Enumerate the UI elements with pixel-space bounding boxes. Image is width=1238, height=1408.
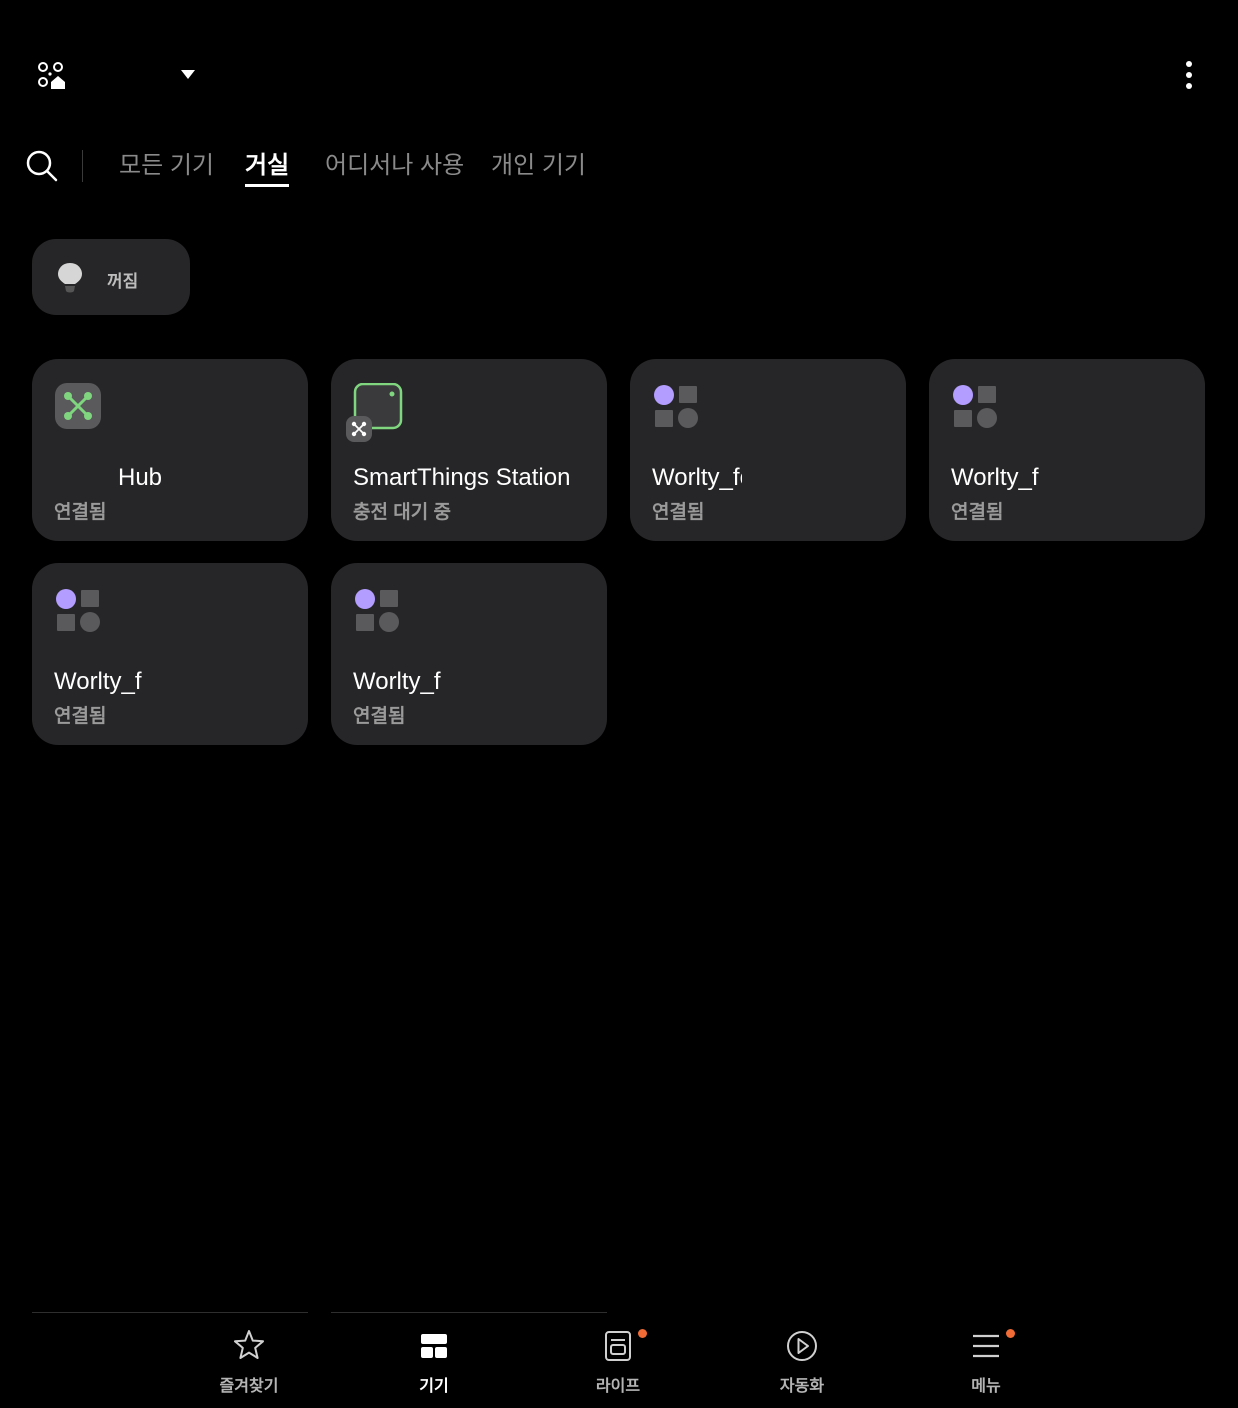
search-icon[interactable] [24, 148, 60, 184]
device-status: 연결됨 [951, 502, 1004, 523]
nav-automation[interactable]: 자동화 [747, 1326, 857, 1396]
nav-life[interactable]: 라이프 [563, 1326, 673, 1396]
notification-badge [1006, 1329, 1015, 1338]
device-card-worlty-f-1[interactable]: Worlty_f 연결됨 [32, 563, 308, 745]
device-status: 충전 대기 중 [353, 502, 451, 523]
device-card-hub[interactable]: Hub 연결됨 [32, 359, 308, 541]
devices-grid-icon [421, 1334, 447, 1358]
nav-label: 메뉴 [971, 1378, 1001, 1395]
nav-label: 기기 [419, 1378, 449, 1395]
tab-living-room[interactable]: 거실 [245, 150, 290, 187]
device-status: 연결됨 [652, 502, 705, 523]
bulb-icon [58, 263, 82, 293]
lights-off-chip[interactable]: 꺼짐 [32, 239, 190, 315]
hub-icon [55, 383, 101, 429]
device-card-worlty-f-2[interactable]: Worlty_f 연결됨 [331, 563, 607, 745]
nav-label: 자동화 [779, 1378, 825, 1395]
lights-off-label: 꺼짐 [107, 272, 139, 291]
device-card-worlty-fc-2[interactable]: Worlty_fc 연결됨 [929, 359, 1205, 541]
notification-badge [638, 1329, 647, 1338]
generic-device-icon [56, 589, 100, 632]
life-icon [605, 1331, 631, 1361]
device-name: Worlty_f [353, 668, 441, 695]
tab-divider [82, 150, 83, 182]
device-name: Worlty_f [54, 668, 142, 695]
menu-icon [973, 1334, 999, 1358]
nav-devices[interactable]: 기기 [379, 1326, 489, 1396]
device-name: Worlty_fc [652, 464, 742, 491]
divider [331, 1312, 607, 1313]
device-status: 연결됨 [54, 502, 107, 523]
device-name: SmartThings Station [353, 464, 571, 491]
tab-use-anywhere[interactable]: 어디서나 사용 [325, 150, 464, 182]
generic-device-icon [654, 385, 698, 428]
nav-label: 즐겨찾기 [219, 1378, 279, 1395]
generic-device-icon [355, 589, 399, 632]
tab-all-devices[interactable]: 모든 기기 [119, 150, 214, 182]
star-icon [234, 1330, 264, 1359]
station-icon [346, 383, 403, 442]
dropdown-arrow-icon[interactable] [178, 66, 198, 82]
smartthings-devices-screen: 모든 기기 거실 어디서나 사용 개인 기기 꺼짐 Hub 연결됨 SmartT… [0, 0, 1238, 1408]
device-name: Worlty_fc [951, 464, 1039, 491]
device-card-smartthings-station[interactable]: SmartThings Station 충전 대기 중 [331, 359, 607, 541]
nav-label: 라이프 [595, 1378, 641, 1395]
generic-device-icon [953, 385, 997, 428]
device-status: 연결됨 [54, 706, 107, 727]
device-status: 연결됨 [353, 706, 406, 727]
automation-play-icon [787, 1331, 817, 1361]
divider [32, 1312, 308, 1313]
device-card-worlty-fc-1[interactable]: Worlty_fc 연결됨 [630, 359, 906, 541]
nav-favorites[interactable]: 즐겨찾기 [194, 1326, 304, 1396]
home-locations-icon[interactable] [36, 60, 70, 94]
tab-personal-devices[interactable]: 개인 기기 [491, 150, 586, 182]
more-vertical-icon[interactable] [1177, 58, 1201, 94]
nav-menu[interactable]: 메뉴 [931, 1326, 1041, 1396]
device-name: Hub [118, 464, 163, 491]
